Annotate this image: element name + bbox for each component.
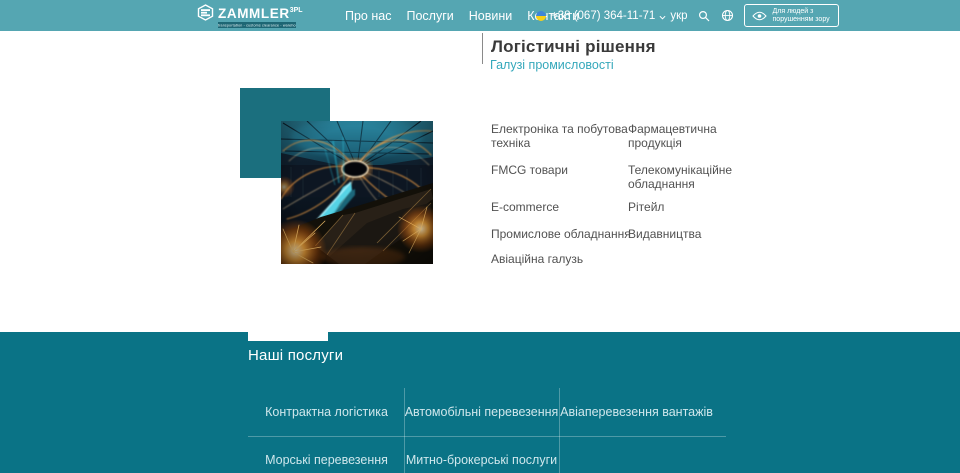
service-cell: Контрактна логістика <box>249 388 404 436</box>
industries-link[interactable]: Галузі промисловості <box>490 58 614 72</box>
brand-logo[interactable]: ZAMMLER3PL transportation - customs clea… <box>197 3 303 28</box>
zammler-logo-icon <box>197 4 214 21</box>
top-header: ZAMMLER3PL transportation - customs clea… <box>0 0 960 31</box>
service-link-road-transport[interactable]: Автомобільні перевезення <box>405 405 559 419</box>
accessibility-label-line1: Для людей з <box>773 8 814 15</box>
brand-3pl-sup: 3PL <box>290 7 303 14</box>
title-left-divider <box>482 33 483 64</box>
service-cell: Автомобільні перевезення <box>404 388 559 436</box>
main-content: Логістичні рішення Галузі промисловості … <box>0 31 960 332</box>
service-link-customs-broker[interactable]: Митно-брокерські послуги <box>406 453 557 467</box>
page-title: Логістичні рішення <box>491 37 656 57</box>
brand-tagline: transportation - customs clearance - war… <box>218 22 296 28</box>
warehouse-lightpainting-photo <box>281 121 433 264</box>
services-section: Наші послуги Контрактна логістика Автомо… <box>0 332 960 473</box>
chevron-down-icon[interactable] <box>659 14 666 21</box>
phone-link[interactable]: +38 (067) 364-11-71 <box>551 10 655 22</box>
industry-item[interactable]: E-commerce <box>491 200 641 214</box>
header-right-group: +38 (067) 364-11-71 укр Для людей <box>536 0 839 31</box>
service-cell: Морські перевезення <box>249 436 404 473</box>
industry-item[interactable]: Фармацевтична продукція <box>628 122 748 150</box>
industry-item[interactable]: Авіаційна галузь <box>491 252 641 266</box>
industry-item[interactable]: Телекомунікаційне обладнання <box>628 163 748 191</box>
industry-item[interactable]: FMCG товари <box>491 163 641 177</box>
service-cell: Митно-брокерські послуги <box>404 436 559 473</box>
nav-news[interactable]: Новини <box>469 9 513 23</box>
decor-white-notch <box>248 332 328 341</box>
language-switcher[interactable]: укр <box>670 10 687 22</box>
ukraine-flag-icon <box>536 11 546 21</box>
nav-services[interactable]: Послуги <box>406 9 453 23</box>
industry-item[interactable]: Промислове обладнання <box>491 227 641 241</box>
service-cell: Авіаперевезення вантажів <box>559 388 714 436</box>
eye-icon <box>752 11 767 21</box>
services-title: Наші послуги <box>248 347 343 364</box>
accessibility-mode-button[interactable]: Для людей з порушенням зору <box>744 4 839 27</box>
service-link-air-freight[interactable]: Авіаперевезення вантажів <box>560 405 713 419</box>
service-link-sea-transport[interactable]: Морські перевезення <box>265 453 388 467</box>
industry-item[interactable]: Електроніка та побутова техніка <box>491 122 641 150</box>
nav-about[interactable]: Про нас <box>345 9 391 23</box>
accessibility-label-line2: порушенням зору <box>773 16 830 23</box>
globe-icon[interactable] <box>720 8 736 24</box>
brand-name: ZAMMLER3PL <box>218 3 303 21</box>
service-link-contract-logistics[interactable]: Контрактна логістика <box>265 405 388 419</box>
search-icon[interactable] <box>696 8 712 24</box>
industry-item[interactable]: Видавництва <box>628 227 748 241</box>
industry-item[interactable]: Рітейл <box>628 200 748 214</box>
